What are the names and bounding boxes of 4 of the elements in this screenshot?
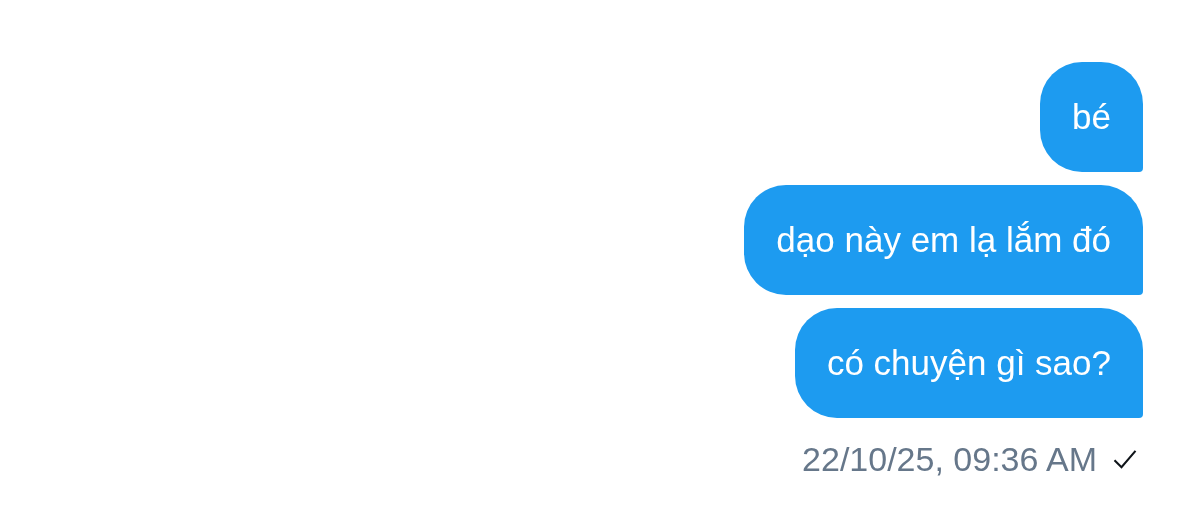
message-bubble: dạo này em lạ lắm đó [744, 185, 1143, 295]
message-bubble: bé [1040, 62, 1143, 172]
message-bubble: có chuyện gì sao? [794, 308, 1143, 418]
message-timestamp: 22/10/25, 09:36 AM [802, 439, 1097, 480]
